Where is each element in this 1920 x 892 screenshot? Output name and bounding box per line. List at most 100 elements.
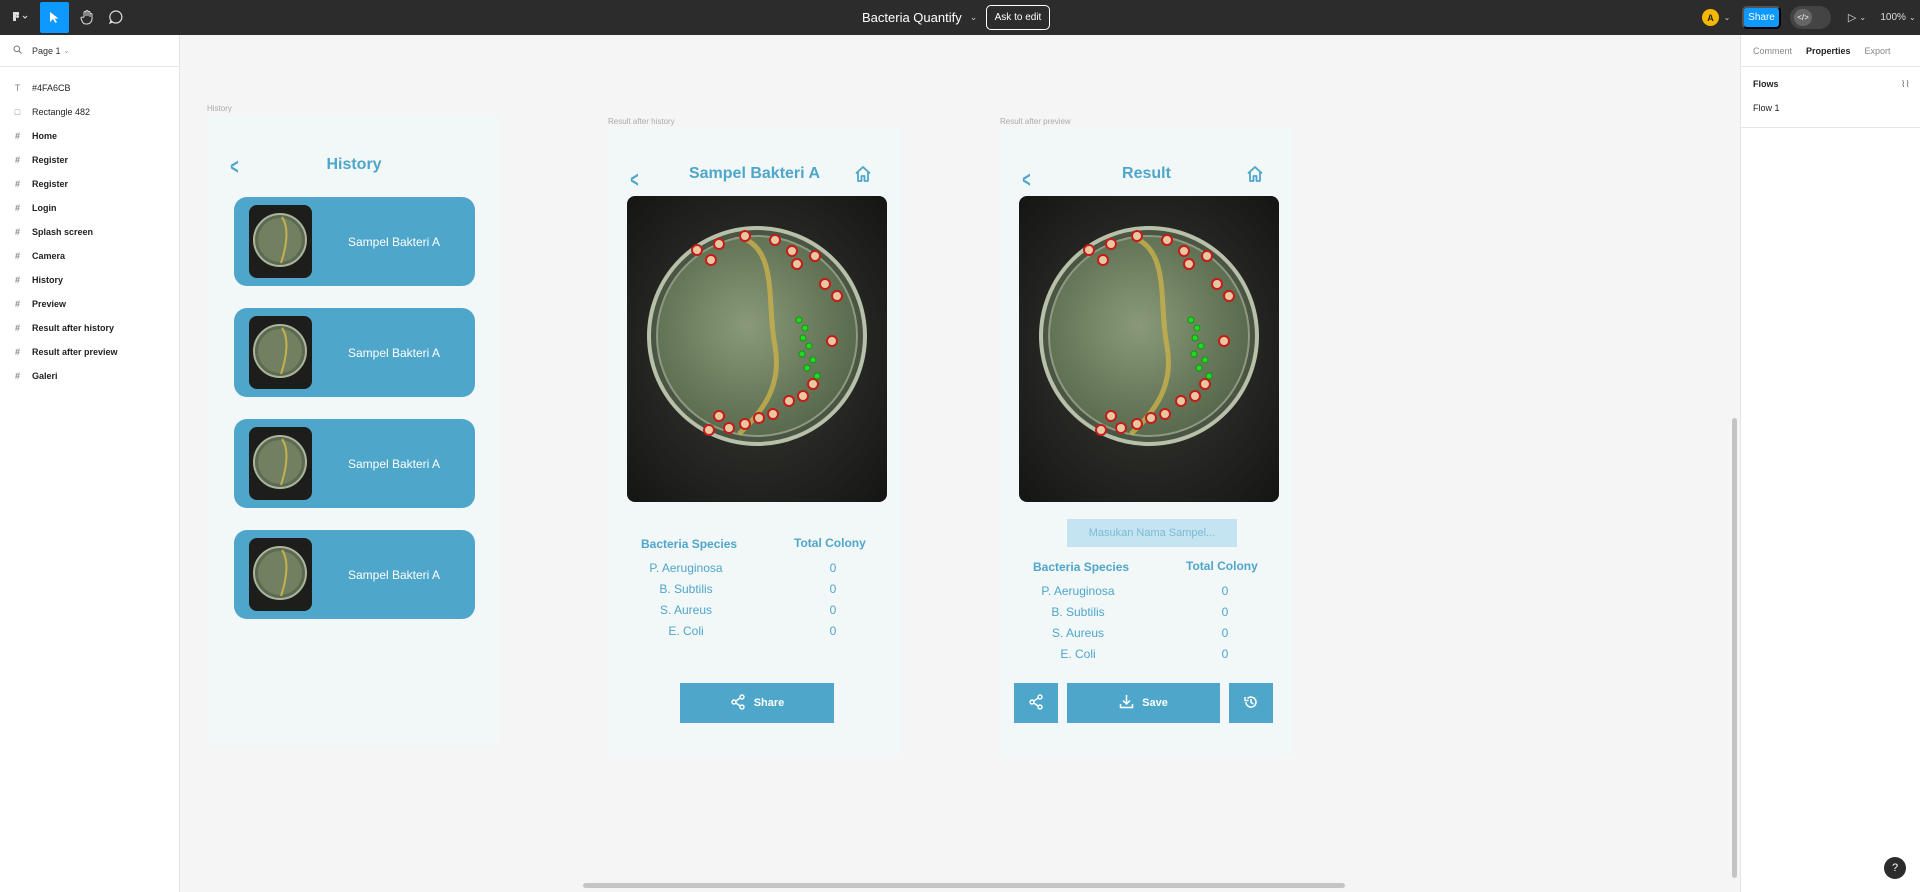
species-name: E. Coli	[668, 624, 704, 638]
species-name: B. Subtilis	[1051, 605, 1105, 619]
history-card[interactable]: Sampel Bakteri A	[234, 530, 475, 619]
layer-item[interactable]: # Register	[0, 173, 180, 195]
species-header: Bacteria Species	[641, 537, 738, 551]
frame-icon: #	[14, 131, 20, 141]
share-button[interactable]	[1014, 683, 1058, 723]
frame-label-result-history[interactable]: Result after history	[608, 117, 675, 126]
share-button[interactable]: Share	[1742, 6, 1781, 29]
layer-label: Login	[32, 203, 57, 213]
layer-item[interactable]: # Login	[0, 197, 180, 219]
flow-settings-icon[interactable]: ⌇⌇	[1901, 79, 1910, 90]
colony-header: Total Colony	[1186, 559, 1258, 573]
layer-item[interactable]: # Register	[0, 149, 180, 171]
layer-item[interactable]: # Galeri	[0, 365, 180, 387]
tab-properties[interactable]: Properties	[1806, 46, 1851, 56]
layer-item[interactable]: # Splash screen	[0, 221, 180, 243]
tab-comment[interactable]: Comment	[1753, 46, 1792, 56]
sample-name-input[interactable]	[1067, 519, 1237, 547]
layer-item[interactable]: # History	[0, 269, 180, 291]
file-title-text: Bacteria Quantify	[862, 10, 962, 25]
chevron-down-icon: ⌄	[969, 12, 978, 22]
share-button-label: Share	[753, 697, 785, 709]
result-after-preview-frame[interactable]: < Result Bacteria Species Total Colony P…	[1000, 127, 1293, 759]
home-icon[interactable]	[1246, 165, 1264, 188]
frame-icon: #	[14, 275, 20, 285]
sample-thumbnail	[249, 427, 312, 500]
frame-icon: #	[14, 347, 20, 357]
horizontal-scrollbar[interactable]	[583, 883, 1345, 888]
page-name: Page 1	[32, 45, 61, 56]
file-title[interactable]: Bacteria Quantify ⌄	[862, 0, 977, 35]
colony-header: Total Colony	[794, 536, 866, 550]
history-button[interactable]	[1229, 683, 1273, 723]
frame-icon: #	[14, 155, 20, 165]
sample-name: Sampel Bakteri A	[347, 567, 441, 582]
share-button[interactable]: Share	[680, 683, 834, 723]
layer-label: Camera	[32, 251, 66, 261]
rectangle-icon: □	[14, 107, 21, 117]
chevron-down-icon[interactable]: ⌄	[1721, 9, 1733, 26]
home-icon[interactable]	[854, 165, 872, 188]
layer-item[interactable]: □ Rectangle 482	[0, 101, 180, 123]
figma-menu-icon[interactable]	[8, 6, 34, 28]
species-header: Bacteria Species	[1033, 560, 1130, 574]
avatar[interactable]: A	[1702, 9, 1719, 26]
canvas[interactable]: History < History Sampel Bakteri A Sampel…	[181, 35, 1740, 892]
save-button[interactable]: Save	[1067, 683, 1220, 723]
frame-label-history[interactable]: History	[207, 104, 232, 113]
sample-thumbnail	[249, 316, 312, 389]
flow-item[interactable]: Flow 1	[1753, 103, 1780, 113]
share-icon	[1028, 693, 1044, 713]
result-after-history-frame[interactable]: < Sampel Bakteri A Bacteria Species Tota…	[608, 127, 901, 759]
hand-tool-icon[interactable]	[74, 4, 100, 30]
properties-panel: Comment Properties Export Flows ⌇⌇ Flow 1	[1740, 35, 1920, 892]
present-button[interactable]: ▷ ⌄	[1843, 6, 1871, 29]
species-name: P. Aeruginosa	[1041, 584, 1115, 598]
ask-to-edit-button[interactable]: Ask to edit	[986, 5, 1050, 30]
sample-name: Sampel Bakteri A	[347, 456, 441, 471]
layer-label: Preview	[32, 299, 67, 309]
zoom-dropdown[interactable]: 100% ⌄	[1879, 6, 1917, 29]
tab-export[interactable]: Export	[1865, 46, 1891, 56]
layer-item[interactable]: # Camera	[0, 245, 180, 267]
history-card[interactable]: Sampel Bakteri A	[234, 197, 475, 286]
colony-count: 0	[1221, 584, 1229, 598]
dev-mode-toggle[interactable]: </>	[1790, 6, 1831, 29]
search-icon[interactable]	[13, 45, 22, 56]
colony-count: 0	[829, 603, 837, 617]
vertical-scrollbar[interactable]	[1732, 418, 1737, 878]
layer-item[interactable]: # Result after preview	[0, 341, 180, 363]
history-card[interactable]: Sampel Bakteri A	[234, 419, 475, 508]
history-card[interactable]: Sampel Bakteri A	[234, 308, 475, 397]
sample-thumbnail	[249, 538, 312, 611]
layer-item[interactable]: # Result after history	[0, 317, 180, 339]
frame-icon: #	[14, 203, 20, 213]
history-icon	[1243, 694, 1259, 713]
colony-count: 0	[829, 582, 837, 596]
move-tool-button[interactable]	[40, 2, 69, 33]
colony-count: 0	[829, 624, 837, 638]
layer-item[interactable]: T #4FA6CB	[0, 77, 180, 99]
species-name: S. Aureus	[659, 603, 713, 617]
layer-item[interactable]: # Preview	[0, 293, 180, 315]
layer-label: Result after history	[32, 323, 115, 333]
toolbar: Bacteria Quantify ⌄ Ask to edit A ⌄ Shar…	[0, 0, 1920, 35]
layer-item[interactable]: # Home	[0, 125, 180, 147]
page-selector[interactable]: Page 1 ⌄	[0, 35, 180, 67]
layer-label: Splash screen	[32, 227, 94, 237]
layer-label: #4FA6CB	[32, 83, 71, 93]
download-icon	[1119, 694, 1134, 712]
divider	[1741, 127, 1920, 128]
frame-label-result-preview[interactable]: Result after preview	[1000, 117, 1071, 126]
frame-icon: #	[14, 323, 20, 333]
sample-name: Sampel Bakteri A	[347, 345, 441, 360]
help-button[interactable]: ?	[1884, 857, 1906, 879]
share-icon	[730, 693, 746, 713]
comment-tool-icon[interactable]	[103, 4, 129, 30]
code-icon: </>	[1794, 9, 1812, 26]
text-icon: T	[14, 83, 21, 93]
history-frame[interactable]: < History Sampel Bakteri A Sampel Bakteri…	[208, 114, 500, 746]
layer-label: Result after preview	[32, 347, 118, 357]
colony-count: 0	[1221, 626, 1229, 640]
sample-name: Sampel Bakteri A	[347, 234, 441, 249]
